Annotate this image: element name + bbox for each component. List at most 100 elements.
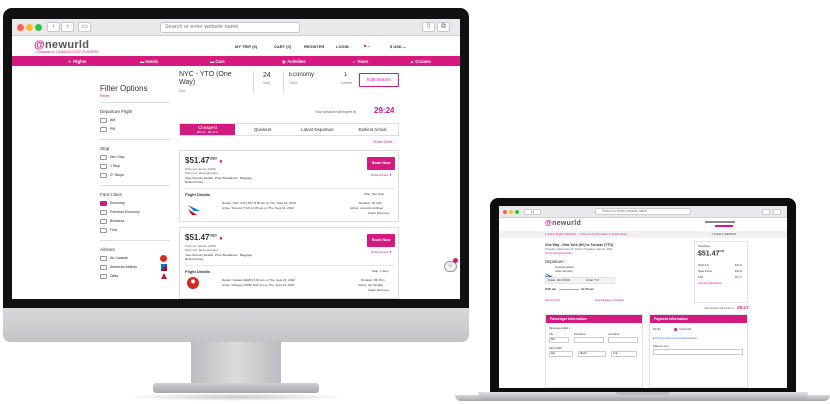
refund-policy-link[interactable]: Refund Policy: [185, 180, 204, 184]
airline-aircanada-checkbox[interactable]: [100, 256, 107, 261]
nav-login[interactable]: LOGIN: [336, 44, 349, 49]
country-flag-icon[interactable]: ■ ⌄: [364, 43, 371, 48]
imac-device: ‹ › ▭ Search or enter website name ⇧ ⧉ @…: [3, 8, 469, 403]
credit-card-radio[interactable]: [674, 328, 677, 331]
address-input[interactable]: [653, 349, 743, 355]
tab-cheapest[interactable]: Cheapest $51.47 · 8th 37m: [180, 124, 235, 135]
info-icon[interactable]: ●: [219, 159, 223, 165]
departure-pm-checkbox[interactable]: [100, 127, 107, 132]
close-window-icon[interactable]: [503, 210, 507, 214]
baggage-link[interactable]: Baggage: [240, 176, 252, 180]
fare-economy-checkbox[interactable]: [100, 201, 107, 206]
site-logo[interactable]: @newurld: [545, 220, 581, 227]
nav-my-trip[interactable]: MY TRIP (0): [235, 44, 257, 49]
dob-year-select[interactable]: Year: [611, 351, 637, 357]
zoom-window-icon[interactable]: [515, 210, 519, 214]
category-flights[interactable]: ✈ Flights: [68, 59, 86, 64]
divider: [185, 265, 395, 266]
fare-first-checkbox[interactable]: [100, 228, 107, 233]
payment-panel-title: Payment Information: [654, 316, 688, 321]
edit-search-button[interactable]: Edit Search: [359, 73, 399, 87]
fare-heading: Fare Class: [100, 192, 122, 197]
imac-chin: [3, 308, 469, 342]
total-price-value: $51.47: [698, 250, 720, 258]
dob-day-select[interactable]: Day: [549, 351, 573, 357]
price-breakdown-link[interactable]: Price Breakdown: [215, 253, 238, 257]
back-arrow-icon[interactable]: ‹: [47, 22, 60, 32]
trip-refund-link[interactable]: Refund Policy: [545, 299, 560, 302]
close-window-icon[interactable]: [17, 24, 24, 31]
flight-arrive: Arrive: Toronto (YYZ) 11:45 am on Thu, S…: [222, 206, 294, 210]
tabs-icon[interactable]: ⧉: [437, 22, 450, 32]
share-icon[interactable]: ⇧: [422, 22, 435, 32]
american-airlines-logo-icon: [545, 266, 553, 279]
fare-premium-label: Premium Economy: [110, 210, 140, 214]
airline-delta-label: Delta: [110, 274, 119, 278]
tab-earliest-arrival[interactable]: Earliest Arrival: [345, 126, 400, 133]
trip-baggage-link[interactable]: View Baggage Information: [595, 299, 624, 302]
american-airlines-logo-svg: [188, 205, 200, 215]
refund-policy-link[interactable]: Refund Policy: [185, 257, 204, 261]
show-more-link[interactable]: Show More ›: [373, 140, 395, 144]
fare-business-checkbox[interactable]: [100, 219, 107, 224]
filter-reset-link[interactable]: Reset: [100, 94, 109, 98]
minimize-window-icon[interactable]: [509, 210, 513, 214]
tab-quickest[interactable]: Quickest: [235, 126, 290, 133]
address-bar[interactable]: Search or enter website name: [160, 22, 300, 33]
share-icon[interactable]: [762, 209, 770, 215]
address-bar[interactable]: Search or enter website name: [595, 208, 691, 215]
airline-american-checkbox[interactable]: [100, 265, 107, 270]
baggage-link[interactable]: Baggage: [240, 253, 252, 257]
stop-nonstop-checkbox[interactable]: [100, 155, 107, 160]
rebook-fare-link[interactable]: Rebook Fare ▼: [371, 250, 392, 254]
category-tours[interactable]: ☼ Tours: [352, 59, 368, 64]
rebook-fare-link[interactable]: Rebook Fare ▼: [371, 173, 392, 177]
first-name-input[interactable]: [574, 337, 604, 343]
fare-premium-checkbox[interactable]: [100, 210, 107, 215]
passenger-subtitle: Passenger Adult 1: [549, 327, 571, 330]
title-label: Title: [549, 333, 554, 336]
nav-cart[interactable]: CART (0): [274, 44, 291, 49]
full-details-link[interactable]: View Full Flight Details ›: [545, 252, 573, 255]
minimize-window-icon[interactable]: [26, 24, 33, 31]
flight-details-header: ✈ FLIGHT DETAILS: [711, 232, 736, 236]
zoom-window-icon[interactable]: [35, 24, 42, 31]
back-arrow-icon[interactable]: [524, 209, 532, 215]
imac-stand: [191, 342, 281, 386]
category-cars-label: Cars: [215, 59, 225, 64]
title-select[interactable]: Mrs.: [549, 337, 569, 343]
flight-stops: Stop: Non Stop: [364, 192, 385, 196]
trip-depart-arrive-box: Depart: JFK 8:05 AM Arrival: YYZ: [545, 277, 615, 284]
price-breakdown-link[interactable]: View Price Breakdown: [698, 282, 722, 285]
airline-delta-checkbox[interactable]: [100, 274, 107, 279]
category-activities[interactable]: ▣ Activities: [282, 59, 306, 64]
stop-1-checkbox[interactable]: [100, 164, 107, 169]
flight-duration: Duration: 3h 40m: [359, 201, 383, 205]
nav-register[interactable]: REGISTER: [304, 44, 324, 49]
category-cars[interactable]: ▬ Cars: [210, 59, 225, 64]
book-now-button[interactable]: Book Now: [367, 234, 395, 247]
book-now-button[interactable]: Book Now: [367, 157, 395, 170]
currency-select[interactable]: $ USD ⌄: [390, 44, 406, 49]
forward-arrow-icon[interactable]: ›: [61, 22, 74, 32]
dob-month-select[interactable]: Month: [578, 351, 606, 357]
price-breakdown-link[interactable]: Price Breakdown: [215, 176, 238, 180]
tab-latest-departure[interactable]: Latest Departure: [290, 126, 345, 133]
sidebar-icon[interactable]: ▭: [78, 22, 91, 32]
category-cruises[interactable]: ▲ Cruises: [410, 59, 431, 64]
trip-airline: American Airlines: [555, 266, 575, 269]
account-link[interactable]: [715, 225, 733, 227]
last-name-input[interactable]: [608, 337, 638, 343]
tabs-icon[interactable]: [773, 209, 781, 215]
info-icon[interactable]: ●: [219, 236, 223, 242]
session-timer: 29:24: [374, 106, 395, 115]
flight-airline: Airline: American Airlines: [350, 206, 384, 210]
departure-label: Departure:: [545, 259, 565, 264]
flight-details-header-label: FLIGHT DETAILS: [714, 232, 737, 236]
category-hotels[interactable]: ▬ Hotels: [140, 59, 158, 64]
departure-am-checkbox[interactable]: [100, 118, 107, 123]
divider: [253, 71, 254, 93]
forward-arrow-icon[interactable]: [533, 209, 541, 215]
stop-2-checkbox[interactable]: [100, 173, 107, 178]
summary-row-value: $51.47: [735, 276, 743, 279]
